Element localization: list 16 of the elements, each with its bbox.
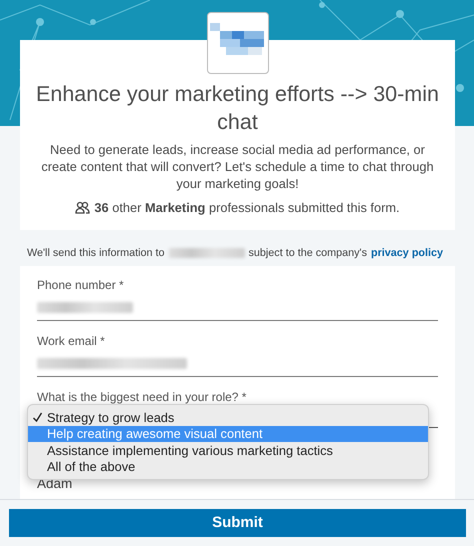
dropdown-option[interactable]: All of the above <box>28 458 428 476</box>
field-value: Adam <box>37 476 74 492</box>
form-description: Need to generate leads, increase social media ad performance, or create content that will convert? Let's schedule a time to chat through your marketing goals! <box>40 141 435 192</box>
field-label: What is the biggest need in your role? * <box>37 389 248 406</box>
privacy-text: We'll send this information to <box>27 246 164 262</box>
dropdown-option[interactable]: Strategy to grow leads <box>28 409 428 426</box>
submission-count-text: 36 other Marketing professionals submitted this form. <box>94 199 400 217</box>
form-title: Enhance your marketing efforts --> 30-min chat <box>36 81 439 136</box>
checkmark-icon <box>32 412 43 424</box>
dropdown-option[interactable]: Assistance implementing various marketing tactics <box>28 442 428 459</box>
privacy-policy-link[interactable]: privacy policy <box>371 245 444 262</box>
field-label: Work email * <box>37 333 106 350</box>
submit-button[interactable]: Submit <box>9 509 466 537</box>
people-icon <box>75 201 90 214</box>
field-label: Phone number * <box>37 277 125 294</box>
privacy-text: subject to the company's <box>248 246 367 262</box>
